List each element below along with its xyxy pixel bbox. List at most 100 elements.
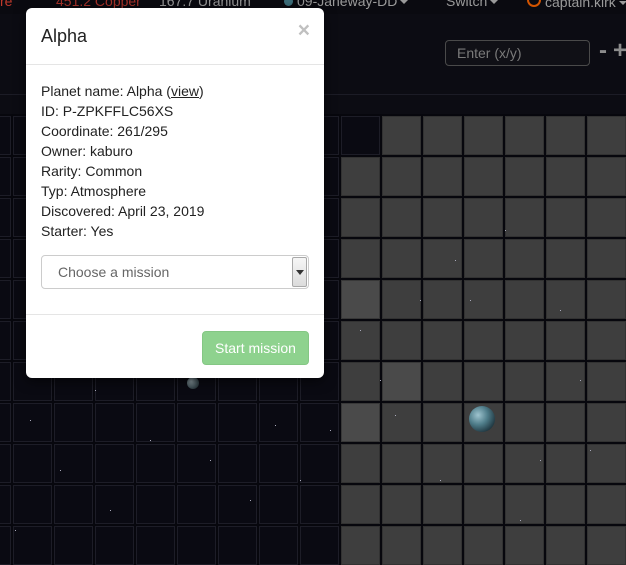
map-cell[interactable]	[587, 444, 626, 483]
map-cell[interactable]	[587, 198, 626, 237]
map-cell[interactable]	[54, 403, 93, 442]
map-cell[interactable]	[546, 321, 585, 360]
map-cell[interactable]	[382, 157, 421, 196]
map-cell[interactable]	[136, 403, 175, 442]
map-cell[interactable]	[382, 116, 421, 155]
map-cell[interactable]	[546, 239, 585, 278]
map-cell[interactable]	[341, 526, 380, 565]
map-cell[interactable]	[423, 526, 462, 565]
map-cell[interactable]	[13, 403, 52, 442]
map-cell[interactable]	[0, 280, 11, 319]
map-cell[interactable]	[505, 444, 544, 483]
map-cell[interactable]	[0, 485, 11, 524]
map-cell[interactable]	[95, 485, 134, 524]
map-cell[interactable]	[587, 321, 626, 360]
map-cell[interactable]	[300, 526, 339, 565]
map-cell[interactable]	[546, 403, 585, 442]
map-cell[interactable]	[0, 362, 11, 401]
map-cell[interactable]	[0, 526, 11, 565]
map-cell[interactable]	[382, 403, 421, 442]
map-cell[interactable]	[587, 403, 626, 442]
map-cell[interactable]	[423, 321, 462, 360]
map-cell[interactable]	[464, 321, 503, 360]
map-cell[interactable]	[464, 198, 503, 237]
map-cell[interactable]	[546, 526, 585, 565]
map-cell[interactable]	[382, 198, 421, 237]
map-cell[interactable]	[13, 526, 52, 565]
map-cell[interactable]	[136, 485, 175, 524]
map-cell[interactable]	[218, 526, 257, 565]
map-cell[interactable]	[0, 403, 11, 442]
map-cell[interactable]	[0, 321, 11, 360]
map-cell[interactable]	[546, 116, 585, 155]
map-cell[interactable]	[423, 239, 462, 278]
map-cell[interactable]	[13, 485, 52, 524]
map-cell[interactable]	[546, 362, 585, 401]
close-icon[interactable]: ×	[298, 20, 310, 41]
zoom-in-button[interactable]: +	[613, 36, 626, 66]
map-cell[interactable]	[300, 485, 339, 524]
zoom-out-button[interactable]: -	[599, 36, 607, 66]
map-cell[interactable]	[177, 485, 216, 524]
map-cell[interactable]	[505, 362, 544, 401]
map-cell[interactable]	[300, 444, 339, 483]
map-cell[interactable]	[259, 444, 298, 483]
mission-select[interactable]: Choose a mission	[41, 255, 309, 289]
start-mission-button[interactable]: Start mission	[202, 331, 309, 365]
map-cell[interactable]	[464, 444, 503, 483]
map-cell[interactable]	[423, 362, 462, 401]
map-cell[interactable]	[464, 526, 503, 565]
map-cell[interactable]	[587, 280, 626, 319]
map-cell[interactable]	[464, 239, 503, 278]
map-cell[interactable]	[505, 280, 544, 319]
map-cell[interactable]	[259, 485, 298, 524]
map-cell[interactable]	[505, 239, 544, 278]
planet-icon[interactable]	[469, 406, 495, 432]
map-cell[interactable]	[136, 526, 175, 565]
map-cell[interactable]	[423, 157, 462, 196]
map-cell[interactable]	[300, 403, 339, 442]
map-cell[interactable]	[341, 280, 380, 319]
map-cell[interactable]	[0, 239, 11, 278]
map-cell[interactable]	[546, 444, 585, 483]
map-cell[interactable]	[0, 116, 11, 155]
map-cell[interactable]	[218, 485, 257, 524]
view-planet-link[interactable]: view	[171, 83, 199, 99]
map-cell[interactable]	[546, 157, 585, 196]
map-cell[interactable]	[505, 198, 544, 237]
map-cell[interactable]	[341, 321, 380, 360]
map-cell[interactable]	[505, 116, 544, 155]
map-cell[interactable]	[464, 157, 503, 196]
map-cell[interactable]	[423, 485, 462, 524]
map-cell[interactable]	[341, 485, 380, 524]
map-cell[interactable]	[505, 485, 544, 524]
map-cell[interactable]	[0, 198, 11, 237]
map-cell[interactable]	[382, 321, 421, 360]
map-cell[interactable]	[54, 485, 93, 524]
map-cell[interactable]	[341, 403, 380, 442]
map-cell[interactable]	[382, 526, 421, 565]
map-cell[interactable]	[382, 239, 421, 278]
map-cell[interactable]	[341, 362, 380, 401]
navbar-switch-dropdown[interactable]: Switch	[446, 0, 499, 9]
map-cell[interactable]	[177, 444, 216, 483]
map-cell[interactable]	[341, 444, 380, 483]
map-cell[interactable]	[587, 362, 626, 401]
map-cell[interactable]	[177, 526, 216, 565]
map-cell[interactable]	[423, 116, 462, 155]
map-cell[interactable]	[341, 157, 380, 196]
map-cell[interactable]	[546, 485, 585, 524]
map-cell[interactable]	[218, 444, 257, 483]
navbar-user-dropdown[interactable]: captain.kirk	[527, 0, 626, 10]
map-cell[interactable]	[218, 403, 257, 442]
map-cell[interactable]	[0, 444, 11, 483]
map-cell[interactable]	[382, 444, 421, 483]
map-cell[interactable]	[95, 526, 134, 565]
map-cell[interactable]	[505, 526, 544, 565]
map-cell[interactable]	[341, 239, 380, 278]
map-cell[interactable]	[587, 485, 626, 524]
map-cell[interactable]	[464, 362, 503, 401]
map-cell[interactable]	[382, 362, 421, 401]
coordinate-input[interactable]	[445, 40, 590, 66]
map-cell[interactable]	[13, 444, 52, 483]
